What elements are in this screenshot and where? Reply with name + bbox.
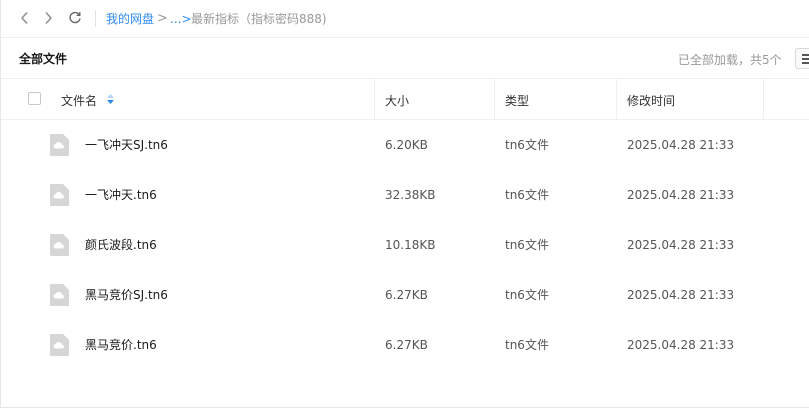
forward-button[interactable] bbox=[39, 9, 57, 27]
nav-divider bbox=[95, 10, 96, 27]
table-row[interactable]: 黑马竞价.tn6 6.27KB tn6文件 2025.04.28 21:33 bbox=[1, 320, 809, 370]
file-type: tn6文件 bbox=[505, 288, 549, 302]
file-name: 一飞冲天.tn6 bbox=[85, 188, 157, 202]
column-divider[interactable] bbox=[616, 79, 617, 119]
cloud-file-icon bbox=[50, 234, 69, 256]
file-type: tn6文件 bbox=[505, 238, 549, 252]
file-size: 6.27KB bbox=[385, 288, 428, 302]
folder-header: 全部文件 已全部加载，共5个 bbox=[1, 38, 809, 79]
navigation-bar: 我的网盘 > ...> 最新指标（指标密码888) bbox=[1, 0, 809, 38]
page-title: 全部文件 bbox=[19, 52, 68, 66]
file-modified: 2025.04.28 21:33 bbox=[627, 238, 735, 252]
file-type: tn6文件 bbox=[505, 188, 549, 202]
column-header-name[interactable]: 文件名 bbox=[61, 92, 97, 109]
sort-icon[interactable] bbox=[106, 93, 115, 105]
menu-icon bbox=[802, 54, 809, 56]
column-header-type[interactable]: 类型 bbox=[505, 92, 529, 109]
breadcrumb-current: 最新指标（指标密码888) bbox=[191, 12, 327, 26]
file-type: tn6文件 bbox=[505, 138, 549, 152]
file-manager-window: 我的网盘 > ...> 最新指标（指标密码888) 全部文件 已全部加载，共5个… bbox=[0, 0, 809, 408]
file-modified: 2025.04.28 21:33 bbox=[627, 138, 735, 152]
table-header: 文件名 大小 类型 修改时间 bbox=[1, 79, 809, 120]
column-header-modified[interactable]: 修改时间 bbox=[627, 92, 675, 109]
table-row[interactable]: 一飞冲天.tn6 32.38KB tn6文件 2025.04.28 21:33 bbox=[1, 170, 809, 220]
file-type: tn6文件 bbox=[505, 338, 549, 352]
cloud-file-icon bbox=[50, 134, 69, 156]
menu-icon bbox=[802, 62, 809, 64]
chevron-right-icon bbox=[45, 12, 52, 24]
file-name: 颜氏波段.tn6 bbox=[85, 238, 157, 252]
file-list: 一飞冲天SJ.tn6 6.20KB tn6文件 2025.04.28 21:33… bbox=[1, 120, 809, 370]
table-row[interactable]: 颜氏波段.tn6 10.18KB tn6文件 2025.04.28 21:33 bbox=[1, 220, 809, 270]
table-row[interactable]: 黑马竞价SJ.tn6 6.27KB tn6文件 2025.04.28 21:33 bbox=[1, 270, 809, 320]
cloud-file-icon bbox=[50, 334, 69, 356]
breadcrumb-separator: > bbox=[157, 11, 168, 26]
column-divider[interactable] bbox=[374, 79, 375, 119]
file-name: 一飞冲天SJ.tn6 bbox=[85, 138, 168, 152]
file-size: 10.18KB bbox=[385, 238, 436, 252]
refresh-icon bbox=[69, 11, 81, 24]
select-all-checkbox[interactable] bbox=[28, 92, 41, 105]
column-header-size[interactable]: 大小 bbox=[385, 92, 409, 109]
cloud-file-icon bbox=[50, 184, 69, 206]
file-size: 32.38KB bbox=[385, 188, 436, 202]
breadcrumb-root[interactable]: 我的网盘 bbox=[106, 11, 154, 27]
file-modified: 2025.04.28 21:33 bbox=[627, 288, 735, 302]
file-modified: 2025.04.28 21:33 bbox=[627, 188, 735, 202]
back-button[interactable] bbox=[16, 9, 34, 27]
file-name: 黑马竞价SJ.tn6 bbox=[85, 288, 168, 302]
load-status: 已全部加载，共5个 bbox=[678, 53, 782, 67]
breadcrumb-ellipsis[interactable]: ...> bbox=[170, 11, 192, 27]
file-modified: 2025.04.28 21:33 bbox=[627, 338, 735, 352]
file-size: 6.27KB bbox=[385, 338, 428, 352]
cloud-file-icon bbox=[50, 284, 69, 306]
file-size: 6.20KB bbox=[385, 138, 428, 152]
menu-icon bbox=[802, 58, 809, 60]
column-divider[interactable] bbox=[494, 79, 495, 119]
view-menu-button[interactable] bbox=[795, 48, 809, 69]
column-divider[interactable] bbox=[763, 79, 764, 119]
refresh-button[interactable] bbox=[66, 9, 84, 27]
file-name: 黑马竞价.tn6 bbox=[85, 338, 157, 352]
table-row[interactable]: 一飞冲天SJ.tn6 6.20KB tn6文件 2025.04.28 21:33 bbox=[1, 120, 809, 170]
chevron-left-icon bbox=[21, 12, 28, 24]
